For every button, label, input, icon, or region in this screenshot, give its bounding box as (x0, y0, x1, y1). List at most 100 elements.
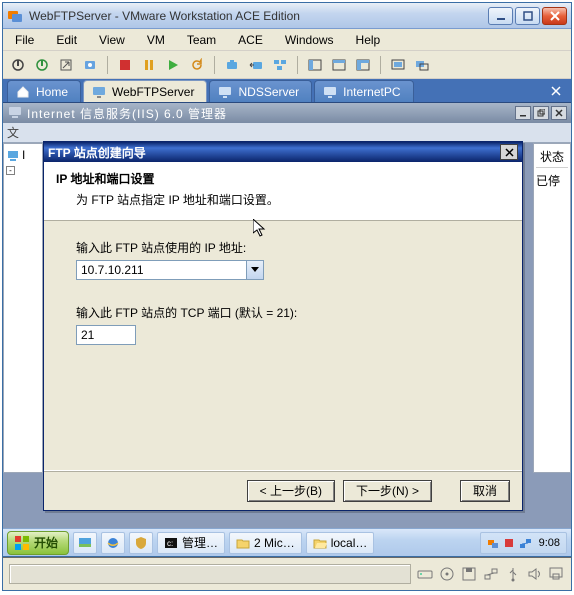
device-hdd-icon[interactable] (417, 566, 433, 582)
dialog-header: IP 地址和端口设置 为 FTP 站点指定 IP 地址和端口设置。 (44, 162, 522, 221)
tb-stop-icon[interactable] (114, 54, 136, 76)
dialog-body: 输入此 FTP 站点使用的 IP 地址: 输入此 FTP 站点的 TCP 端口 … (44, 221, 522, 470)
statusbar-area (9, 564, 411, 584)
port-label: 输入此 FTP 站点的 TCP 端口 (默认 = 21): (76, 304, 490, 321)
home-icon (16, 85, 30, 99)
dropdown-button[interactable] (246, 261, 263, 279)
next-button[interactable]: 下一步(N) > (343, 480, 432, 502)
tb-shortcut-icon[interactable] (55, 54, 77, 76)
iis-tree-panel[interactable]: I - (3, 143, 43, 473)
menu-file[interactable]: File (9, 31, 40, 49)
tb-revert-icon[interactable] (245, 54, 267, 76)
tb-pause-icon[interactable] (138, 54, 160, 76)
tb-console-icon[interactable] (328, 54, 350, 76)
dialog-header-title: IP 地址和端口设置 (56, 170, 510, 187)
quicklaunch-explorer[interactable] (101, 532, 125, 554)
task-button[interactable]: 2 Mic… (229, 532, 302, 554)
dialog-close-button[interactable] (500, 144, 518, 160)
tree-row[interactable]: - (6, 166, 40, 175)
task-button[interactable]: local… (306, 532, 375, 554)
start-label: 开始 (34, 534, 58, 551)
tab-label: NDSServer (238, 85, 299, 99)
menu-edit[interactable]: Edit (50, 31, 83, 49)
menu-view[interactable]: View (93, 31, 131, 49)
close-button[interactable] (542, 7, 567, 25)
shield-icon (134, 536, 148, 550)
iis-minimize-button[interactable] (515, 106, 531, 120)
tree-row[interactable]: I (6, 148, 40, 162)
quicklaunch-desktop[interactable] (73, 532, 97, 554)
device-cd-icon[interactable] (439, 566, 455, 582)
menu-team[interactable]: Team (181, 31, 222, 49)
toolbar-separator (297, 56, 298, 74)
tab-home[interactable]: Home (7, 80, 81, 102)
ftp-wizard-dialog: FTP 站点创建向导 IP 地址和端口设置 为 FTP 站点指定 IP 地址和端… (43, 141, 523, 511)
outer-titlebar[interactable]: WebFTPServer - VMware Workstation ACE Ed… (3, 3, 571, 29)
dialog-footer: < 上一步(B) 下一步(N) > 取消 (44, 470, 522, 510)
device-usb-icon[interactable] (505, 566, 521, 582)
toolbar-separator (380, 56, 381, 74)
vm-tab-bar: Home WebFTPServer NDSServer InternetPC (3, 79, 571, 103)
device-printer-icon[interactable] (549, 566, 565, 582)
ip-label: 输入此 FTP 站点使用的 IP 地址: (76, 239, 490, 256)
system-tray[interactable]: 9:08 (480, 532, 567, 554)
tb-snapshot-manager-icon[interactable] (269, 54, 291, 76)
tb-unity-icon[interactable] (411, 54, 433, 76)
iis-titlebar[interactable]: Internet 信息服务(IIS) 6.0 管理器 (3, 103, 571, 123)
chevron-down-icon (251, 267, 259, 273)
tb-power-off-icon[interactable] (7, 54, 29, 76)
ie-icon (106, 536, 120, 550)
tab-vm[interactable]: InternetPC (314, 80, 413, 102)
ip-input[interactable] (77, 261, 246, 279)
device-sound-icon[interactable] (527, 566, 543, 582)
task-button[interactable]: c: 管理… (157, 532, 225, 554)
quicklaunch-security[interactable] (129, 532, 153, 554)
tab-vm[interactable]: NDSServer (209, 80, 312, 102)
minimize-button[interactable] (488, 7, 513, 25)
start-button[interactable]: 开始 (7, 531, 69, 555)
tray-network-icon (519, 537, 531, 549)
show-desktop-icon (78, 536, 92, 550)
device-network-icon[interactable] (483, 566, 499, 582)
iis-status-panel: 状态 已停 (533, 143, 571, 473)
tb-snapshot-icon[interactable] (221, 54, 243, 76)
cancel-button[interactable]: 取消 (460, 480, 510, 502)
status-header: 状态 (536, 146, 568, 168)
menu-help[interactable]: Help (350, 31, 387, 49)
maximize-button[interactable] (515, 7, 540, 25)
ip-combo[interactable] (76, 260, 264, 280)
back-button[interactable]: < 上一步(B) (247, 480, 335, 502)
folder-icon (236, 536, 250, 550)
tb-power-on-icon[interactable] (31, 54, 53, 76)
device-floppy-icon[interactable] (461, 566, 477, 582)
tray-clock: 9:08 (539, 537, 560, 549)
window-controls (488, 7, 567, 25)
tb-summary-icon[interactable] (352, 54, 374, 76)
iis-close-button[interactable] (551, 106, 567, 120)
iis-app-icon (7, 105, 23, 121)
dialog-titlebar[interactable]: FTP 站点创建向导 (44, 142, 522, 162)
tb-sidebar-icon[interactable] (304, 54, 326, 76)
menu-ace[interactable]: ACE (232, 31, 269, 49)
iis-root-icon (6, 148, 20, 162)
iis-menubar[interactable]: 文 (3, 123, 571, 143)
menu-vm[interactable]: VM (141, 31, 171, 49)
menu-windows[interactable]: Windows (279, 31, 340, 49)
iis-restore-button[interactable] (533, 106, 549, 120)
cmd-icon: c: (164, 536, 178, 550)
tb-reset-icon[interactable] (186, 54, 208, 76)
close-tabs-button[interactable] (547, 82, 565, 100)
tree-collapse-icon[interactable]: - (6, 166, 15, 175)
port-input[interactable] (76, 325, 136, 345)
tab-vm[interactable]: WebFTPServer (83, 80, 207, 102)
tb-fullscreen-icon[interactable] (387, 54, 409, 76)
vmware-logo-icon (7, 8, 23, 24)
tray-vmtools-icon (487, 537, 499, 549)
task-label: local… (331, 536, 368, 550)
svg-text:c:: c: (167, 539, 173, 548)
task-label: 管理… (182, 534, 218, 551)
tb-play-icon[interactable] (162, 54, 184, 76)
dialog-header-sub: 为 FTP 站点指定 IP 地址和端口设置。 (76, 191, 510, 208)
task-label: 2 Mic… (254, 536, 295, 550)
tb-snapshot-mgr-icon[interactable] (79, 54, 101, 76)
